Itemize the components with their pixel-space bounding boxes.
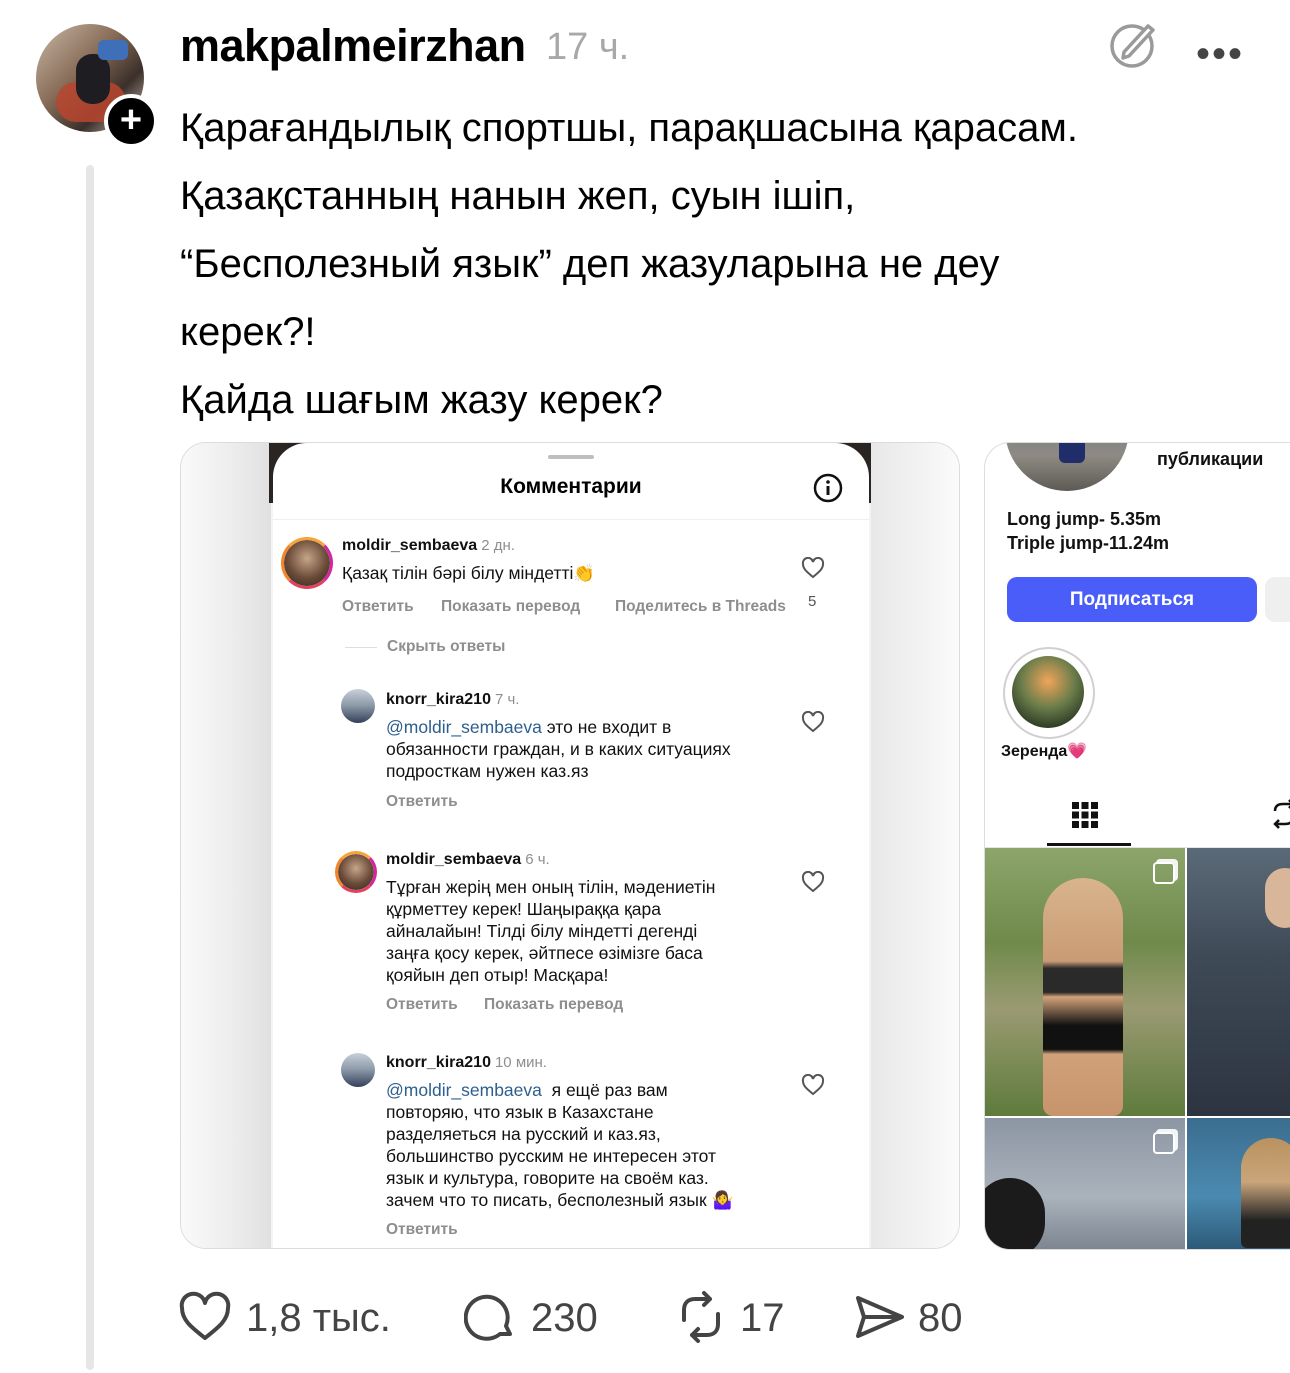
info-icon: [813, 473, 843, 503]
active-tab-indicator: [1047, 843, 1131, 846]
sheet-handle: [548, 455, 594, 459]
comment-text: @moldir_sembaeva я ещё раз вам повторяю, …: [386, 1080, 734, 1210]
grid-icon: [1072, 802, 1098, 828]
multi-photo-icon: [1153, 862, 1175, 884]
follow-button: Подписаться: [1007, 577, 1257, 622]
image-background: [181, 443, 271, 1248]
comment-text: @moldir_sembaeva это не входит в обязанно…: [386, 717, 731, 781]
compose-icon[interactable]: [1108, 18, 1160, 70]
posts-label: публикации: [1157, 449, 1264, 469]
heart-icon: [801, 711, 825, 733]
show-translation-button: Показать перевод: [484, 996, 624, 1013]
grid-photo: [985, 1118, 1185, 1249]
share-count[interactable]: 80: [918, 1296, 963, 1341]
bio-line: Long jump- 5.35m: [1007, 509, 1162, 529]
grid-photo: [1187, 1118, 1290, 1249]
comment-username: moldir_sembaeva 2 дн.: [342, 537, 515, 554]
commenter-avatar: [341, 689, 375, 723]
comment-count[interactable]: 230: [531, 1296, 598, 1341]
reply-button: Ответить: [386, 996, 458, 1013]
author-username[interactable]: makpalmeirzhan: [180, 20, 526, 72]
post-text-line: керек?!: [180, 310, 316, 354]
reply-button: Ответить: [342, 598, 414, 615]
grid-photo: [985, 848, 1185, 1116]
attached-image-comments[interactable]: Комментарии moldir_sembaeva 2 дн. Қазақ т…: [180, 442, 960, 1249]
share-icon[interactable]: [852, 1290, 906, 1344]
profile-avatar: [1005, 443, 1129, 491]
comment-username: knorr_kira210 7 ч.: [386, 691, 520, 708]
post-text-line: “Бесполезный язык” деп жазуларына не деу: [180, 242, 1000, 286]
replies-line: [345, 647, 377, 648]
image-background: [871, 443, 959, 1248]
post-text: Қарағандылық спортшы, парақшасына қараса…: [180, 94, 1270, 434]
show-translation-button: Показать перевод: [441, 598, 581, 615]
heart-icon: [801, 1074, 825, 1096]
comment-username: knorr_kira210 10 мин.: [386, 1054, 547, 1071]
post-time: 17 ч.: [546, 26, 630, 68]
thread-line: [86, 165, 94, 1370]
divider: [273, 519, 869, 520]
highlight-image: [1012, 656, 1084, 728]
repost-count[interactable]: 17: [740, 1296, 785, 1341]
heart-icon: [801, 871, 825, 893]
message-button: [1265, 577, 1290, 622]
commenter-avatar: [341, 1053, 375, 1087]
follow-plus-icon[interactable]: +: [104, 94, 158, 148]
reels-repost-icon: [1273, 799, 1290, 829]
post-text-line: Қайда шағым жазу керек?: [180, 378, 663, 422]
commenter-avatar: [281, 537, 333, 589]
post-text-line: Қазақстанның нанын жеп, суын ішіп,: [180, 174, 856, 218]
highlight-label: Зеренда💗: [1001, 743, 1088, 760]
comments-sheet: Комментарии moldir_sembaeva 2 дн. Қазақ т…: [273, 443, 869, 1248]
grid-photo: [1187, 848, 1290, 1116]
comment-like-count: 5: [808, 593, 817, 610]
comment-icon[interactable]: [464, 1290, 518, 1344]
reply-button: Ответить: [386, 793, 458, 810]
repost-icon[interactable]: [674, 1290, 728, 1344]
more-options-icon[interactable]: •••: [1196, 32, 1244, 77]
sheet-title: Комментарии: [500, 475, 642, 498]
post-text-line: Қарағандылық спортшы, парақшасына қараса…: [180, 106, 1078, 150]
like-icon[interactable]: [178, 1290, 232, 1344]
reply-button: Ответить: [386, 1221, 458, 1238]
hide-replies-button: Скрыть ответы: [387, 638, 506, 655]
like-count[interactable]: 1,8 тыс.: [246, 1296, 391, 1341]
share-threads-button: Поделитесь в Threads: [615, 598, 786, 615]
commenter-avatar: [335, 851, 377, 893]
bio-line: Triple jump-11.24m: [1007, 533, 1170, 553]
attached-image-profile[interactable]: публикации Long jump- 5.35m Triple jump-…: [984, 442, 1290, 1250]
comment-text: Тұрған жерің мен оның тілін, мәдениетін қ…: [386, 877, 716, 985]
comment-text: Қазақ тілін бәрі білу міндетті👏: [342, 563, 596, 583]
multi-photo-icon: [1153, 1132, 1175, 1154]
comment-username: moldir_sembaeva 6 ч.: [386, 851, 550, 868]
heart-icon: [801, 557, 825, 579]
